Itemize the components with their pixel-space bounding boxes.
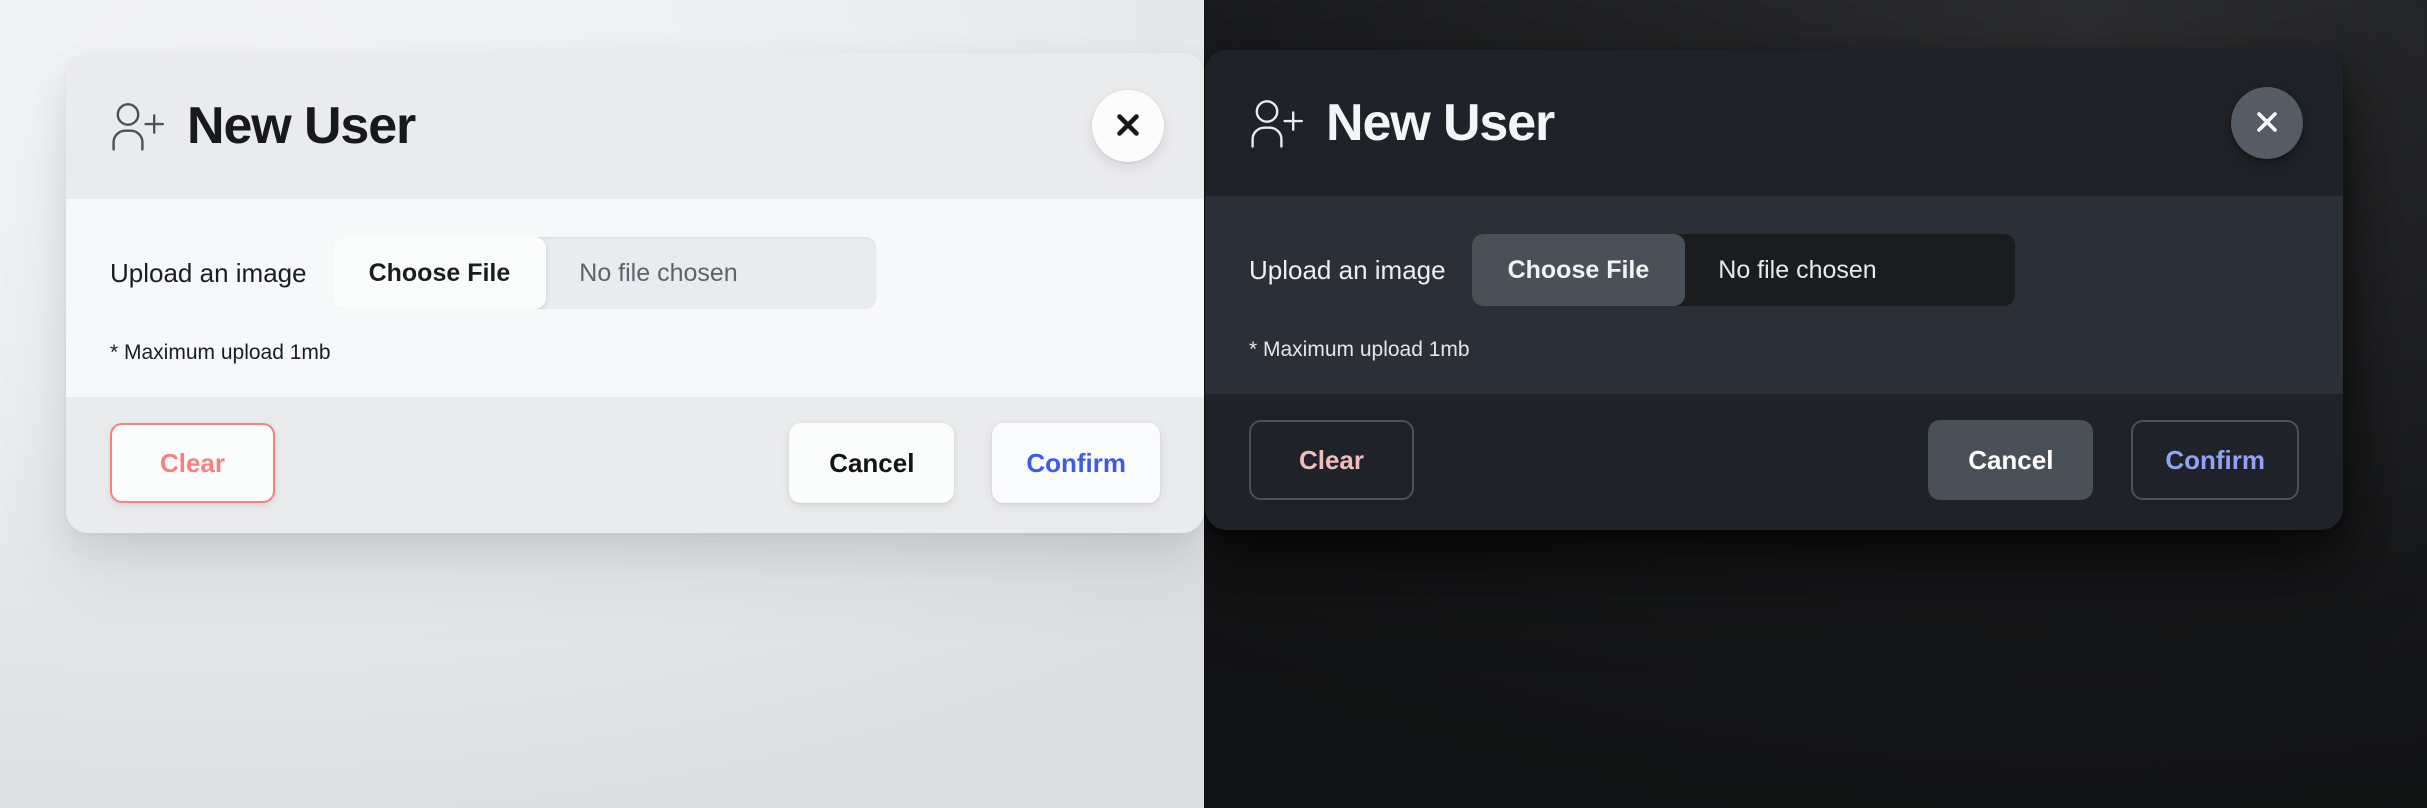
close-button[interactable] (2231, 87, 2303, 159)
light-theme-panel: New User Upload an image Choose File No … (0, 0, 1204, 808)
confirm-button[interactable]: Confirm (2131, 420, 2299, 500)
dialog-title-group: New User (110, 97, 416, 155)
user-plus-icon (1249, 97, 1303, 149)
file-status-text: No file chosen (1718, 255, 1877, 284)
upload-row: Upload an image Choose File No file chos… (110, 237, 1160, 309)
upload-row: Upload an image Choose File No file chos… (1249, 234, 2299, 306)
file-status-text: No file chosen (579, 258, 738, 287)
cancel-button[interactable]: Cancel (1928, 420, 2094, 500)
dialog-footer: Clear Cancel Confirm (1205, 394, 2343, 530)
upload-image-label: Upload an image (110, 258, 307, 288)
choose-file-button[interactable]: Choose File (332, 237, 547, 309)
new-user-dialog-light: New User Upload an image Choose File No … (66, 53, 1204, 533)
clear-button[interactable]: Clear (110, 423, 275, 503)
upload-image-label: Upload an image (1249, 255, 1446, 285)
dialog-footer: Clear Cancel Confirm (66, 397, 1204, 533)
new-user-dialog-dark: New User Upload an image Choose File No … (1205, 50, 2343, 530)
page-title: New User (1326, 94, 1555, 152)
dialog-body: Upload an image Choose File No file chos… (66, 199, 1204, 397)
dark-theme-panel: New User Upload an image Choose File No … (1204, 0, 2427, 808)
footer-action-group: Cancel Confirm (1928, 420, 2299, 500)
dialog-title-group: New User (1249, 94, 1555, 152)
close-icon (2252, 107, 2282, 140)
split-theme-preview: New User Upload an image Choose File No … (0, 0, 2427, 808)
confirm-button[interactable]: Confirm (992, 423, 1160, 503)
file-input-control[interactable]: Choose File No file chosen (1471, 234, 2016, 306)
cancel-button[interactable]: Cancel (789, 423, 955, 503)
close-icon (1113, 110, 1143, 143)
choose-file-button[interactable]: Choose File (1471, 234, 1686, 306)
dialog-header: New User (66, 53, 1204, 199)
dialog-header: New User (1205, 50, 2343, 196)
footer-action-group: Cancel Confirm (789, 423, 1160, 503)
upload-hint-text: * Maximum upload 1mb (1249, 338, 1470, 361)
upload-hint-text: * Maximum upload 1mb (110, 341, 331, 364)
file-input-control[interactable]: Choose File No file chosen (332, 237, 877, 309)
clear-button[interactable]: Clear (1249, 420, 1414, 500)
user-plus-icon (110, 100, 164, 152)
dialog-body: Upload an image Choose File No file chos… (1205, 196, 2343, 394)
close-button[interactable] (1092, 90, 1164, 162)
page-title: New User (187, 97, 416, 155)
